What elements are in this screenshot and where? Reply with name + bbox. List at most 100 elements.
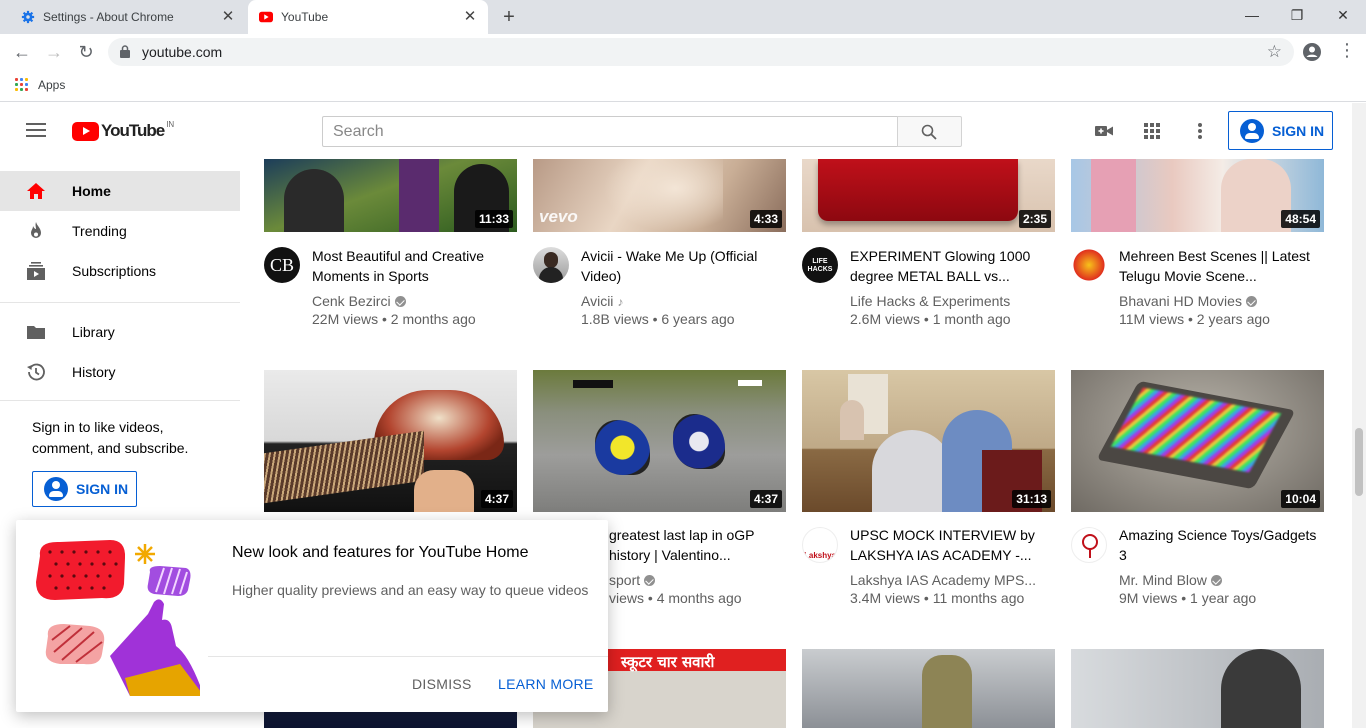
video-title[interactable]: greatest last lap in oGP history | Valen…: [609, 525, 789, 565]
tab-title: Settings - About Chrome: [43, 10, 174, 24]
address-bar[interactable]: youtube.com ☆: [108, 38, 1294, 66]
channel-avatar[interactable]: LIFE HACKS: [802, 247, 838, 283]
video-duration: 11:33: [474, 210, 513, 228]
video-thumbnail[interactable]: 48:54: [1071, 159, 1324, 232]
sidebar-item-label: History: [72, 364, 116, 380]
sign-in-button[interactable]: SIGN IN: [1228, 111, 1333, 150]
search-button[interactable]: [897, 116, 962, 147]
video-thumbnail[interactable]: 2:35: [802, 159, 1055, 232]
sidebar-divider: [0, 400, 240, 401]
lock-icon: [120, 45, 130, 58]
home-icon: [27, 183, 45, 199]
video-thumbnail[interactable]: 4:37: [264, 370, 517, 512]
profile-icon[interactable]: [1302, 42, 1322, 62]
video-duration: 10:04: [1281, 490, 1320, 508]
gear-icon: [21, 10, 35, 24]
video-title[interactable]: Mehreen Best Scenes || Latest Telugu Mov…: [1119, 246, 1319, 286]
restore-button[interactable]: ❐: [1282, 3, 1312, 27]
sidebar-item-home[interactable]: Home: [0, 171, 240, 211]
channel-name-text: Avicii: [581, 293, 614, 309]
sign-in-prompt: Sign in to like videos, comment, and sub…: [32, 419, 189, 456]
video-thumbnail[interactable]: [802, 649, 1055, 728]
youtube-favicon-icon: [259, 11, 273, 23]
channel-name[interactable]: Bhavani HD Movies: [1119, 293, 1319, 309]
popup-title: New look and features for YouTube Home: [232, 544, 529, 561]
video-thumbnail[interactable]: 4:37: [533, 370, 786, 512]
sidebar-divider: [0, 302, 240, 303]
menu-icon[interactable]: [26, 123, 46, 138]
channel-name[interactable]: Avicii ♪: [581, 293, 781, 309]
channel-avatar[interactable]: [533, 247, 569, 283]
tab-settings[interactable]: Settings - About Chrome ✕: [0, 0, 246, 34]
settings-menu-icon[interactable]: [1188, 119, 1212, 143]
vevo-watermark: vevo: [539, 207, 578, 226]
channel-avatar[interactable]: CB: [264, 247, 300, 283]
sidebar-item-history[interactable]: History: [0, 352, 240, 392]
sidebar-item-library[interactable]: Library: [0, 312, 240, 352]
sidebar-sign-in-button[interactable]: SIGN IN: [32, 471, 137, 507]
url-text: youtube.com: [142, 44, 223, 60]
video-thumbnail[interactable]: vevo 4:33: [533, 159, 786, 232]
video-thumbnail[interactable]: 11:33: [264, 159, 517, 232]
close-tab-icon[interactable]: ✕: [220, 9, 236, 25]
channel-avatar[interactable]: [1071, 527, 1107, 563]
tab-youtube[interactable]: YouTube ✕: [248, 0, 488, 34]
account-icon: [44, 477, 68, 501]
video-title[interactable]: EXPERIMENT Glowing 1000 degree METAL BAL…: [850, 246, 1050, 286]
sidebar-item-label: Subscriptions: [72, 263, 157, 279]
apps-icon[interactable]: [1140, 119, 1164, 143]
channel-avatar[interactable]: [1071, 247, 1107, 283]
logo-text: YouTube: [101, 121, 165, 140]
channel-name-text: sport: [609, 572, 641, 588]
video-title[interactable]: UPSC MOCK INTERVIEW by LAKSHYA IAS ACADE…: [850, 525, 1050, 565]
close-window-button[interactable]: ✕: [1328, 3, 1358, 27]
sidebar-item-subscriptions[interactable]: Subscriptions: [0, 251, 240, 291]
youtube-play-icon: [72, 121, 99, 141]
video-duration: 4:37: [480, 490, 513, 508]
sidebar-item-label: Trending: [72, 223, 127, 239]
sign-in-label: SIGN IN: [76, 481, 129, 497]
flame-icon: [31, 222, 41, 238]
bookmark-star-icon[interactable]: ☆: [1267, 42, 1282, 62]
sidebar-item-label: Home: [72, 183, 111, 199]
minimize-button[interactable]: —: [1237, 3, 1267, 27]
channel-name[interactable]: sport: [609, 572, 789, 588]
close-tab-icon[interactable]: ✕: [462, 9, 478, 25]
video-title[interactable]: Amazing Science Toys/Gadgets 3: [1119, 525, 1319, 565]
video-title[interactable]: Most Beautiful and Creative Moments in S…: [312, 246, 512, 286]
sidebar-item-trending[interactable]: Trending: [0, 211, 240, 251]
video-thumbnail[interactable]: 31:13: [802, 370, 1055, 512]
reload-button[interactable]: ↻: [74, 40, 98, 64]
youtube-header: YouTube IN SIGN IN: [0, 103, 1352, 159]
video-title[interactable]: Avicii - Wake Me Up (Official Video): [581, 246, 781, 286]
channel-name[interactable]: Lakshya IAS Academy MPS...: [850, 572, 1050, 588]
create-video-icon[interactable]: [1092, 119, 1116, 143]
back-button[interactable]: ←: [10, 40, 34, 64]
chrome-menu-icon[interactable]: ⋮: [1338, 40, 1356, 61]
youtube-logo[interactable]: YouTube IN: [72, 120, 174, 141]
learn-more-button[interactable]: LEARN MORE: [498, 676, 594, 692]
video-meta: 3.4M views • 11 months ago: [850, 590, 1025, 606]
scrollbar-thumb[interactable]: [1355, 428, 1363, 496]
verified-icon: [394, 296, 406, 307]
channel-avatar[interactable]: Lakshya: [802, 527, 838, 563]
channel-name-text: Cenk Bezirci: [312, 293, 391, 309]
channel-name[interactable]: Life Hacks & Experiments: [850, 293, 1050, 309]
dismiss-button[interactable]: DISMISS: [412, 676, 472, 692]
search-input[interactable]: [323, 117, 897, 146]
popup-illustration: [36, 540, 200, 696]
video-meta: 22M views • 2 months ago: [312, 311, 476, 327]
video-meta: 1.8B views • 6 years ago: [581, 311, 735, 327]
history-icon: [27, 363, 45, 381]
apps-bookmark[interactable]: Apps: [38, 78, 65, 92]
apps-grid-icon[interactable]: [15, 78, 28, 91]
video-thumbnail[interactable]: [1071, 649, 1324, 728]
new-look-popup: New look and features for YouTube Home H…: [16, 520, 608, 712]
account-icon: [1240, 118, 1264, 143]
forward-button[interactable]: →: [42, 40, 66, 64]
new-tab-button[interactable]: +: [498, 6, 520, 28]
video-thumbnail[interactable]: 10:04: [1071, 370, 1324, 512]
channel-name[interactable]: Cenk Bezirci: [312, 293, 512, 309]
channel-name[interactable]: Mr. Mind Blow: [1119, 572, 1319, 588]
page-scrollbar[interactable]: [1352, 103, 1366, 728]
